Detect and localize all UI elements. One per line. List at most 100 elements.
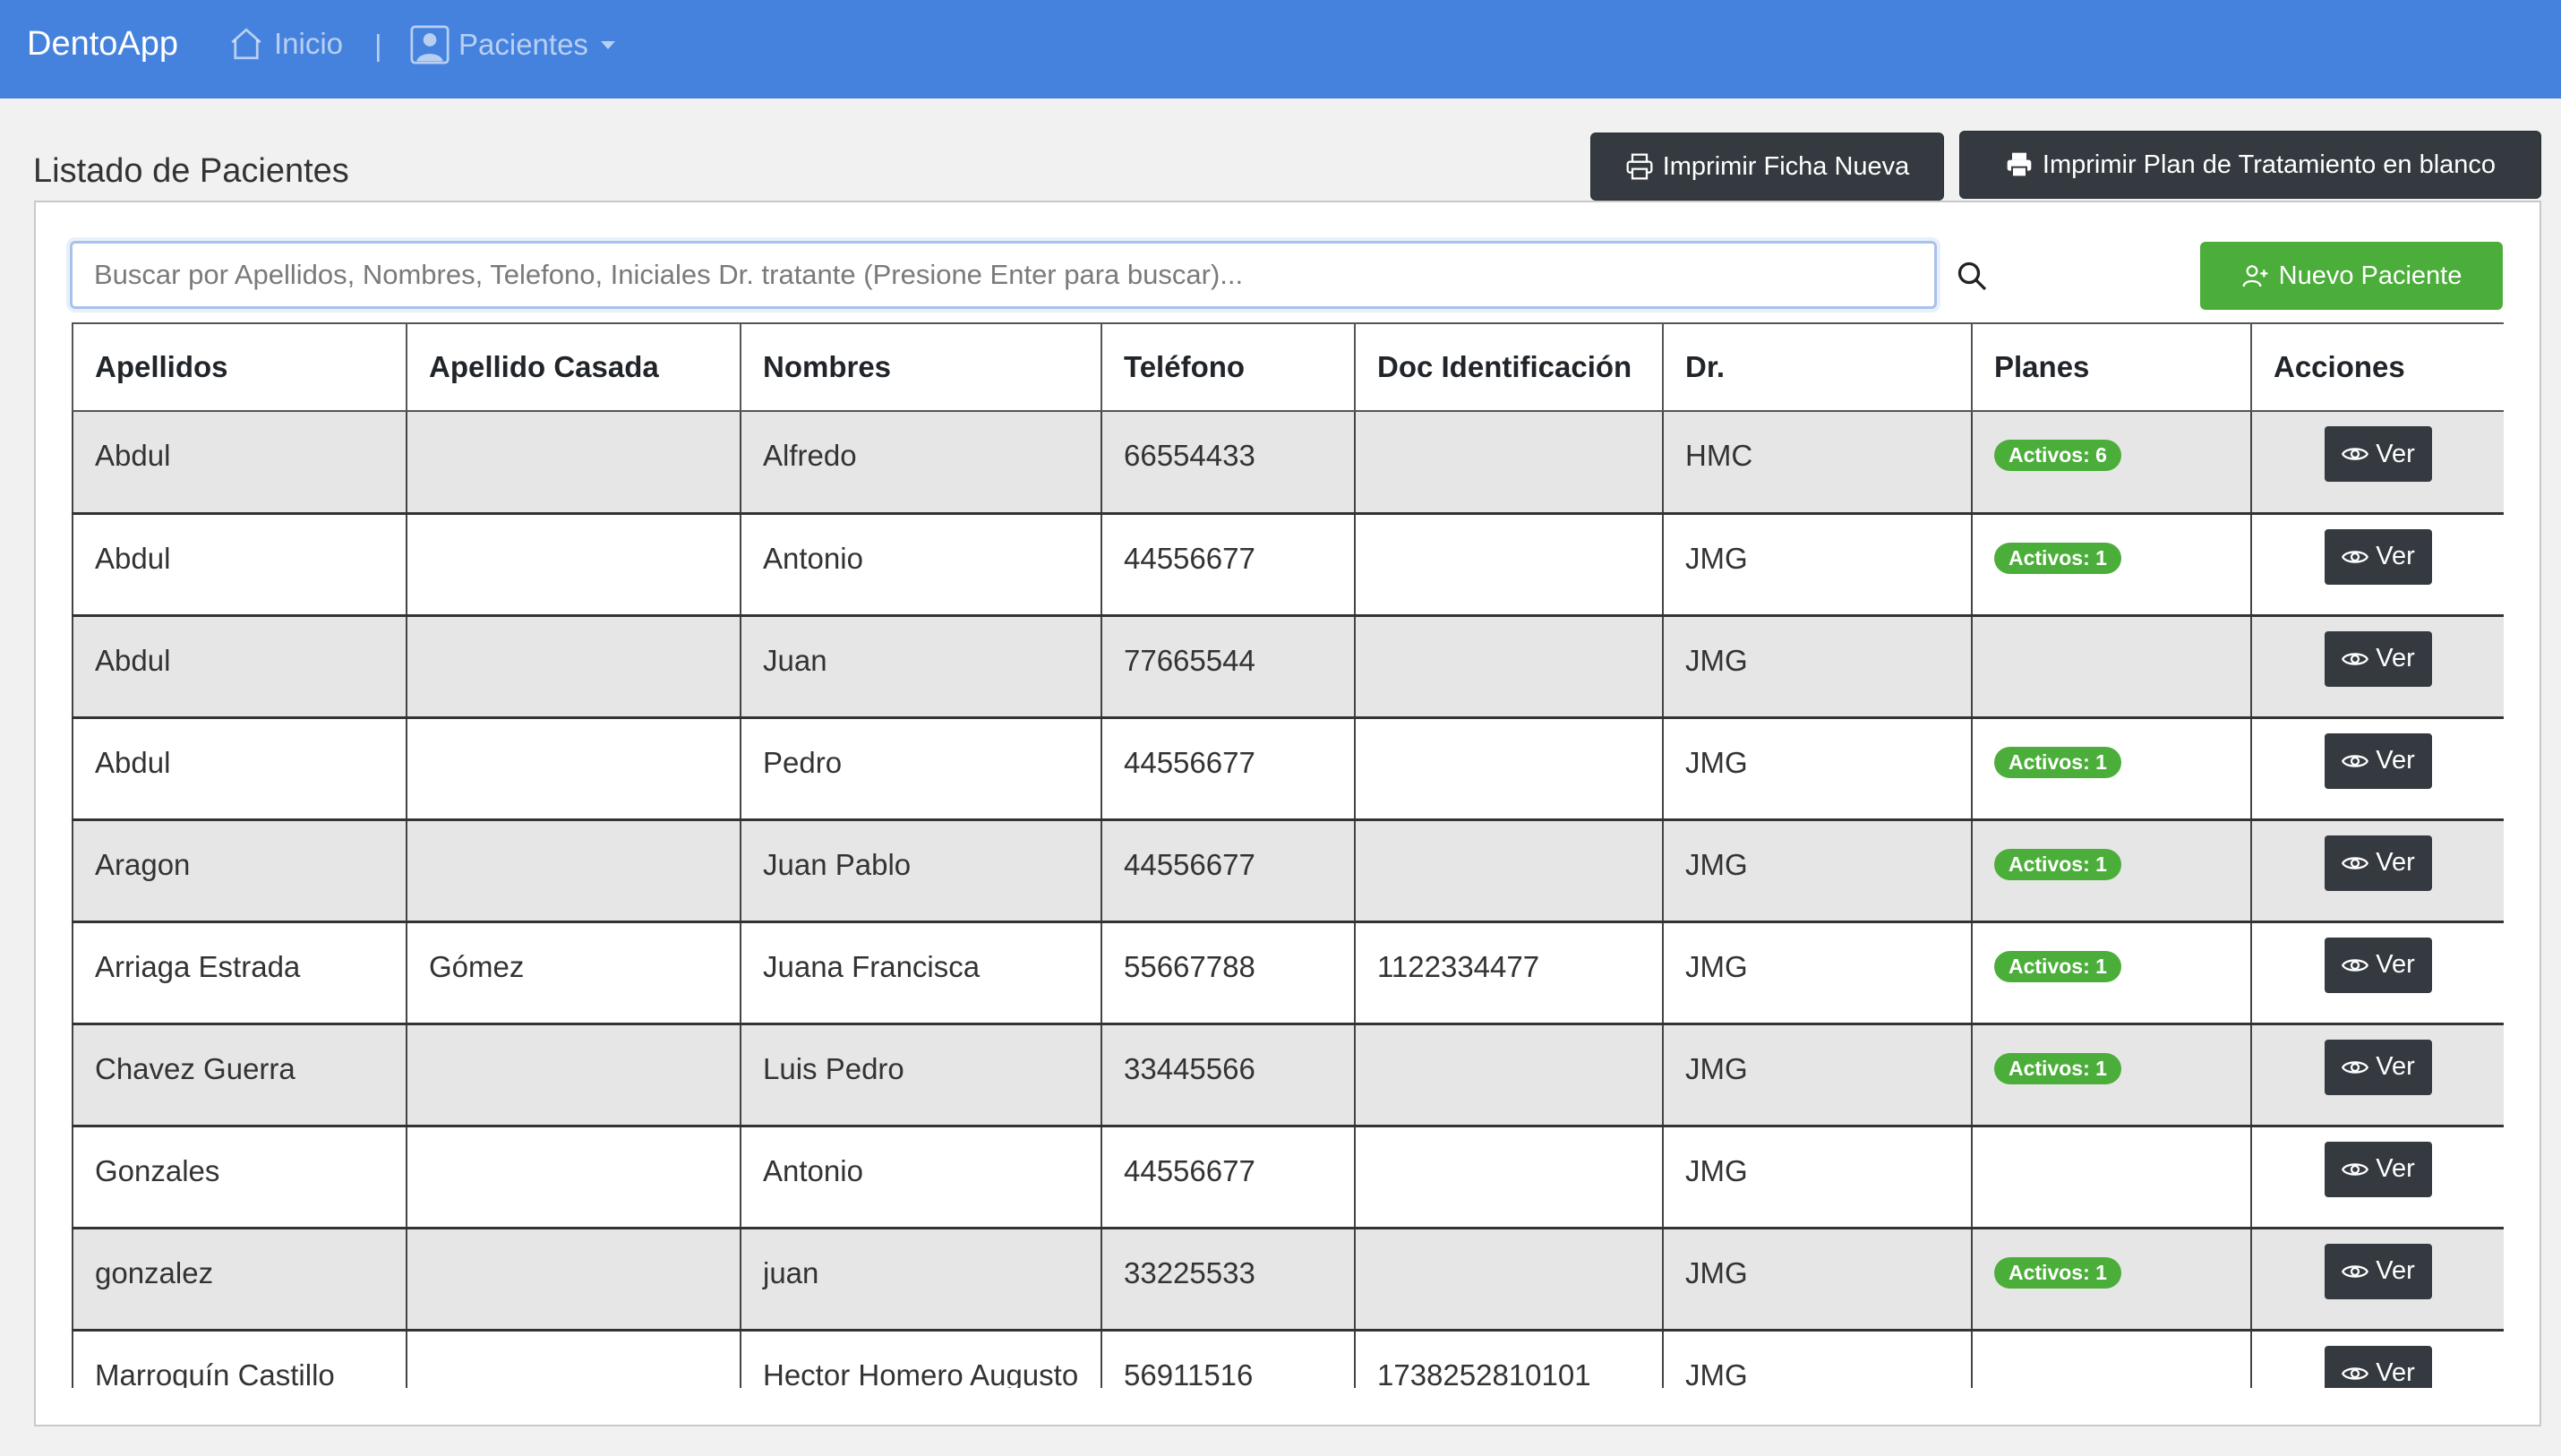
apellidos-cell: Abdul [72,615,407,719]
table-row: Abdul Juan 77665544 JMG Ver [72,615,2504,719]
planes-cell: Activos: 6 [1971,411,2251,515]
nav-home-link[interactable]: Inicio [227,25,343,63]
nombres-cell: juan [740,1228,1101,1332]
nombres-cell: Luis Pedro [740,1023,1101,1127]
apellidos-cell: Aragon [72,819,407,923]
table-body: Abdul Alfredo 66554433 HMC Activos: 6 Ver Abdu… [72,411,2504,1388]
print-new-record-label: Imprimir Ficha Nueva [1662,151,1910,181]
new-patient-button[interactable]: Nuevo Paciente [2200,242,2503,310]
home-icon [227,25,265,63]
eye-icon [2342,952,2369,979]
search-icon[interactable] [1956,260,1988,292]
view-patient-button[interactable]: Ver [2325,1243,2432,1299]
status-badge: Activos: 1 [1994,746,2121,778]
table-row: Arriaga Estrada Gómez Juana Francisca 55667… [72,921,2504,1025]
status-badge: Activos: 1 [1994,950,2121,982]
nombres-cell: Antonio [740,1126,1101,1229]
telefono-cell: 66554433 [1101,411,1355,515]
apellido-casada-cell [406,1228,741,1332]
view-label: Ver [2376,1256,2415,1285]
eye-icon [2342,646,2369,672]
print-blank-plan-button[interactable]: Imprimir Plan de Tratamiento en blanco [1959,131,2541,199]
view-label: Ver [2376,848,2415,877]
table-row: gonzalez juan 33225533 JMG Activos: 1 Ver [72,1228,2504,1332]
view-label: Ver [2376,542,2415,570]
view-label: Ver [2376,1358,2415,1387]
view-patient-button[interactable]: Ver [2325,732,2432,789]
acciones-cell: Ver [2250,1228,2504,1332]
table-row: Abdul Alfredo 66554433 HMC Activos: 6 Ver [72,411,2504,515]
view-patient-button[interactable]: Ver [2325,1345,2432,1388]
apellido-casada-cell [406,513,741,617]
apellidos-cell: Abdul [72,513,407,617]
view-patient-button[interactable]: Ver [2325,835,2432,891]
eye-icon [2342,1054,2369,1081]
doc-identificacion-cell [1354,411,1663,515]
telefono-cell: 33225533 [1101,1228,1355,1332]
table-row: Marroquín Castillo Hector Homero Augusto 5… [72,1330,2504,1388]
doc-identificacion-cell [1354,615,1663,719]
doc-identificacion-cell [1354,819,1663,923]
view-patient-button[interactable]: Ver [2325,1039,2432,1095]
eye-icon [2342,1258,2369,1285]
dr-cell: JMG [1662,1126,1972,1229]
nav-patients-dropdown[interactable]: Pacientes [410,25,615,64]
telefono-cell: 44556677 [1101,819,1355,923]
doc-identificacion-cell [1354,1228,1663,1332]
chevron-down-icon [600,40,615,49]
view-patient-button[interactable]: Ver [2325,1141,2432,1197]
search-input[interactable] [70,241,1937,309]
new-patient-label: Nuevo Paciente [2278,261,2462,290]
telefono-cell: 33445566 [1101,1023,1355,1127]
acciones-cell: Ver [2250,1330,2504,1388]
apellido-casada-cell [406,819,741,923]
apellidos-cell: Arriaga Estrada [72,921,407,1025]
doc-identificacion-cell [1354,1126,1663,1229]
apellido-casada-cell [406,717,741,821]
planes-cell: Activos: 1 [1971,921,2251,1025]
table-row: Aragon Juan Pablo 44556677 JMG Activos: 1 Ver [72,819,2504,923]
dr-cell: HMC [1662,411,1972,515]
apellido-casada-cell [406,615,741,719]
view-patient-button[interactable]: Ver [2325,528,2432,585]
view-label: Ver [2376,644,2415,672]
col-apellido-casada-header: Apellido Casada [406,322,741,412]
nombres-cell: Antonio [740,513,1101,617]
nav-patients-label: Pacientes [458,28,588,61]
apellido-casada-cell [406,1023,741,1127]
acciones-cell: Ver [2250,921,2504,1025]
nombres-cell: Juan Pablo [740,819,1101,923]
doc-identificacion-cell [1354,1023,1663,1127]
eye-icon [2342,850,2369,877]
planes-cell: Activos: 1 [1971,1023,2251,1127]
patients-table: Apellidos Apellido Casada Nombres Teléfono D… [72,322,2504,1388]
telefono-cell: 44556677 [1101,717,1355,821]
navbar: DentoApp Inicio | Pacientes [0,0,2561,98]
eye-icon [2342,441,2369,467]
view-label: Ver [2376,1154,2415,1183]
planes-cell [1971,1330,2251,1388]
col-dr-header: Dr. [1662,322,1972,412]
nombres-cell: Hector Homero Augusto [740,1330,1101,1388]
brand-logo[interactable]: DentoApp [27,25,178,64]
nav-separator: | [374,29,382,62]
apellidos-cell: Gonzales [72,1126,407,1229]
acciones-cell: Ver [2250,717,2504,821]
planes-cell [1971,615,2251,719]
patients-table-container[interactable]: Apellidos Apellido Casada Nombres Teléfono D… [72,322,2504,1388]
print-new-record-button[interactable]: Imprimir Ficha Nueva [1590,133,1944,201]
col-doc-identificacion-header: Doc Identificación [1354,322,1663,412]
view-label: Ver [2376,746,2415,775]
col-telefono-header: Teléfono [1101,322,1355,412]
telefono-cell: 44556677 [1101,513,1355,617]
doc-identificacion-cell: 1738252810101 [1354,1330,1663,1388]
view-patient-button[interactable]: Ver [2325,630,2432,687]
nombres-cell: Alfredo [740,411,1101,515]
col-planes-header: Planes [1971,322,2251,412]
view-patient-button[interactable]: Ver [2325,937,2432,993]
telefono-cell: 44556677 [1101,1126,1355,1229]
dr-cell: JMG [1662,615,1972,719]
telefono-cell: 56911516 [1101,1330,1355,1388]
view-patient-button[interactable]: Ver [2325,426,2432,482]
status-badge: Activos: 1 [1994,542,2121,574]
